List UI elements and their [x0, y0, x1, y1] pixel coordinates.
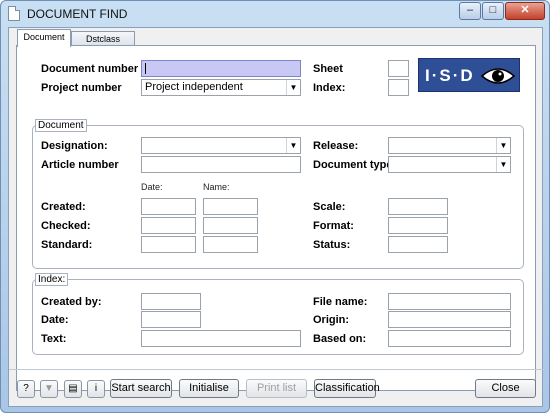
document-group-legend: Document: [35, 119, 87, 132]
maximize-button[interactable]: □: [482, 2, 504, 20]
initialise-button[interactable]: Initialise: [179, 379, 239, 398]
document-number-input[interactable]: [141, 60, 301, 77]
article-number-label: Article number: [41, 159, 119, 171]
text-input[interactable]: [141, 330, 301, 347]
format-input[interactable]: [388, 217, 448, 234]
name-column-label: Name:: [203, 182, 230, 192]
document-find-window: DOCUMENT FIND – □ ✕ Document Dstclass Do…: [0, 0, 550, 413]
created-label: Created:: [41, 201, 86, 213]
eye-icon: [481, 68, 515, 84]
dialog-client: Document Dstclass Document number Projec…: [8, 27, 544, 407]
print-list-button[interactable]: Print list: [246, 379, 307, 398]
sheet-label: Sheet: [313, 63, 343, 75]
based-on-label: Based on:: [313, 333, 367, 345]
window-title: DOCUMENT FIND: [27, 7, 128, 21]
origin-label: Origin:: [313, 314, 350, 326]
origin-input[interactable]: [388, 311, 511, 328]
chevron-down-icon: ▼: [496, 138, 510, 153]
scale-input[interactable]: [388, 198, 448, 215]
release-label: Release:: [313, 140, 359, 152]
tab-pane: Document number Project number Project i…: [16, 45, 536, 391]
text-label: Text:: [41, 333, 67, 345]
status-input[interactable]: [388, 236, 448, 253]
logo-text: I·S·D: [425, 66, 475, 85]
format-label: Format:: [313, 220, 354, 232]
text-caret: [145, 63, 146, 74]
chevron-down-icon: ▼: [286, 138, 300, 153]
copy-icon[interactable]: ▤: [64, 380, 82, 398]
standard-date-input[interactable]: [141, 236, 196, 253]
date-column-label: Date:: [141, 182, 163, 192]
status-label: Status:: [313, 239, 351, 251]
document-type-label: Document type: [313, 159, 393, 171]
article-number-input[interactable]: [141, 156, 301, 173]
index-label: Index:: [313, 82, 346, 94]
isd-logo: I·S·D: [418, 58, 520, 92]
checked-name-input[interactable]: [203, 217, 258, 234]
sheet-input[interactable]: [388, 60, 409, 77]
index-date-label: Date:: [41, 314, 69, 326]
created-by-input[interactable]: [141, 293, 201, 310]
standard-name-input[interactable]: [203, 236, 258, 253]
checked-label: Checked:: [41, 220, 91, 232]
document-icon: [8, 6, 20, 21]
created-name-input[interactable]: [203, 198, 258, 215]
chevron-down-icon: ▼: [496, 157, 510, 172]
document-number-label: Document number: [41, 63, 139, 75]
release-select[interactable]: ▼: [388, 137, 511, 154]
title-bar[interactable]: DOCUMENT FIND – □ ✕: [1, 1, 549, 27]
info-icon[interactable]: i: [87, 380, 105, 398]
scale-label: Scale:: [313, 201, 346, 213]
index-group-legend: Index:: [35, 273, 69, 286]
standard-label: Standard:: [41, 239, 93, 251]
checked-date-input[interactable]: [141, 217, 196, 234]
help-icon[interactable]: ?: [17, 380, 35, 398]
close-button[interactable]: Close: [475, 379, 536, 398]
tab-document[interactable]: Document: [17, 29, 71, 47]
filter-icon[interactable]: ▼: [40, 380, 58, 398]
file-name-input[interactable]: [388, 293, 511, 310]
close-window-button[interactable]: ✕: [505, 2, 545, 20]
start-search-button[interactable]: Start search: [110, 379, 172, 398]
toolbar-separator: [9, 369, 544, 370]
project-number-select[interactable]: Project independent ▼: [141, 79, 301, 96]
chevron-down-icon: ▼: [286, 80, 300, 95]
created-by-label: Created by:: [41, 296, 102, 308]
file-name-label: File name:: [313, 296, 368, 308]
document-type-select[interactable]: ▼: [388, 156, 511, 173]
created-date-input[interactable]: [141, 198, 196, 215]
based-on-input[interactable]: [388, 330, 511, 347]
designation-label: Designation:: [41, 140, 108, 152]
classification-button[interactable]: Classification: [314, 379, 380, 398]
designation-select[interactable]: ▼: [141, 137, 301, 154]
project-number-label: Project number: [41, 82, 122, 94]
index-input[interactable]: [388, 79, 409, 96]
index-date-input[interactable]: [141, 311, 201, 328]
minimize-button[interactable]: –: [459, 2, 481, 20]
